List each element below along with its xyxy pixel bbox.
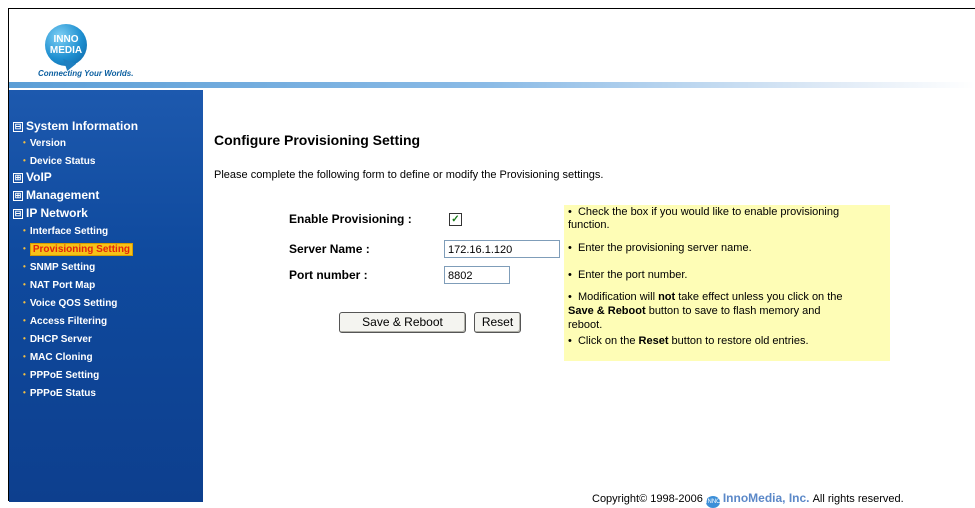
help-line-modification: • Modification will not take effect unle… (568, 291, 843, 303)
bullet-icon: • (23, 156, 26, 165)
logo-tagline: Connecting Your Worlds. (38, 69, 134, 78)
sidebar-item-version[interactable]: • Version (23, 135, 66, 150)
header: INNO MEDIA Connecting Your Worlds. (9, 9, 975, 88)
header-gradient-bar (9, 82, 975, 88)
logo-line2: MEDIA (49, 45, 83, 56)
bullet-icon: • (23, 138, 26, 147)
expand-icon: ⊞ (13, 173, 23, 183)
sidebar-item-label: Device Status (29, 156, 96, 167)
help-line-enable: • Check the box if you would like to ena… (568, 206, 840, 218)
rights-text: All rights reserved. (812, 493, 904, 505)
sidebar-group-ip-network[interactable]: ⊟ IP Network (13, 205, 88, 221)
sidebar-item-pppoe-setting[interactable]: • PPPoE Setting (23, 367, 99, 382)
bullet-icon: • (568, 206, 572, 218)
sidebar-item-label: PPPoE Status (29, 388, 96, 399)
bullet-icon: • (23, 316, 26, 325)
reset-button[interactable]: Reset (474, 312, 521, 333)
sidebar-item-label: DHCP Server (29, 334, 92, 345)
help-panel: • Check the box if you would like to ena… (564, 205, 890, 361)
bullet-icon: • (23, 370, 26, 379)
page-title: Configure Provisioning Setting (214, 132, 421, 148)
page-frame: INNO MEDIA Connecting Your Worlds. ⊟ Syst… (8, 8, 975, 508)
sidebar-group-label: System Information (26, 119, 139, 133)
sidebar-item-interface-setting[interactable]: • Interface Setting (23, 223, 108, 238)
copyright-text: Copyright© 1998-2006 (592, 493, 703, 505)
footer: Copyright© 1998-2006 INNO InnoMedia, Inc. … (592, 491, 904, 508)
help-line-modification-cont: Save & Reboot button to save to flash me… (568, 305, 821, 317)
bullet-icon: • (23, 280, 26, 289)
sidebar-item-mac-cloning[interactable]: • MAC Cloning (23, 349, 93, 364)
port-number-label: Port number : (289, 268, 368, 282)
innomedia-logo[interactable]: INNO MEDIA Connecting Your Worlds. (35, 21, 175, 85)
sidebar-item-nat-port-map[interactable]: • NAT Port Map (23, 277, 95, 292)
help-line-enable-cont: function. (568, 219, 610, 231)
save-reboot-button[interactable]: Save & Reboot (339, 312, 466, 333)
sidebar-item-device-status[interactable]: • Device Status (23, 153, 95, 168)
innomedia-small-logo-icon: INNO (705, 496, 721, 508)
sidebar-item-snmp-setting[interactable]: • SNMP Setting (23, 259, 95, 274)
brand-name: InnoMedia, Inc. (722, 491, 810, 505)
sidebar-item-voice-qos-setting[interactable]: • Voice QOS Setting (23, 295, 117, 310)
bullet-icon: • (23, 388, 26, 397)
server-name-label: Server Name : (289, 242, 370, 256)
sidebar-item-label: MAC Cloning (29, 352, 93, 363)
enable-provisioning-checkbox[interactable]: ✓ (449, 213, 462, 226)
help-line-modification-end: reboot. (568, 319, 603, 331)
help-line-port: • Enter the port number. (568, 269, 688, 281)
main-content: Configure Provisioning Setting Please co… (203, 90, 975, 508)
sidebar-item-label: Interface Setting (29, 226, 109, 237)
sidebar-item-provisioning-setting[interactable]: • Provisioning Setting (23, 241, 134, 256)
help-line-reset: • Click on the Reset button to restore o… (568, 335, 809, 347)
sidebar-group-system-information[interactable]: ⊟ System Information (13, 118, 138, 134)
sidebar-item-pppoe-status[interactable]: • PPPoE Status (23, 385, 96, 400)
bullet-icon: • (23, 334, 26, 343)
bullet-icon: • (23, 352, 26, 361)
logo-line1: INNO (53, 34, 79, 45)
sidebar-item-label: PPPoE Setting (29, 370, 100, 381)
expand-icon: ⊞ (13, 191, 23, 201)
sidebar-item-label: Provisioning Setting (29, 243, 134, 256)
bullet-icon: • (568, 269, 572, 281)
sidebar-group-label: IP Network (26, 206, 88, 220)
bullet-icon: • (23, 244, 26, 253)
sidebar-group-label: VoIP (26, 170, 52, 184)
sidebar-item-label: SNMP Setting (29, 262, 96, 273)
sidebar-item-label: Version (29, 138, 66, 149)
bullet-icon: • (568, 291, 572, 303)
sidebar-group-label: Management (26, 188, 100, 202)
bullet-icon: • (568, 335, 572, 347)
sidebar-item-dhcp-server[interactable]: • DHCP Server (23, 331, 92, 346)
sidebar-group-management[interactable]: ⊞ Management (13, 187, 99, 203)
collapse-icon: ⊟ (13, 209, 23, 219)
server-name-input[interactable]: 172.16.1.120 (444, 240, 560, 258)
page-intro: Please complete the following form to de… (214, 169, 604, 181)
enable-provisioning-label: Enable Provisioning : (289, 212, 412, 226)
port-number-input[interactable]: 8802 (444, 266, 510, 284)
bullet-icon: • (23, 226, 26, 235)
collapse-icon: ⊟ (13, 122, 23, 132)
sidebar-item-label: Access Filtering (29, 316, 108, 327)
bullet-icon: • (568, 242, 572, 254)
sidebar-item-label: Voice QOS Setting (29, 298, 118, 309)
sidebar-nav: ⊟ System Information • Version • Device Sta… (9, 90, 203, 502)
sidebar-item-access-filtering[interactable]: • Access Filtering (23, 313, 107, 328)
bullet-icon: • (23, 262, 26, 271)
bullet-icon: • (23, 298, 26, 307)
sidebar-item-label: NAT Port Map (29, 280, 96, 291)
help-line-server: • Enter the provisioning server name. (568, 242, 752, 254)
sidebar-group-voip[interactable]: ⊞ VoIP (13, 169, 52, 185)
